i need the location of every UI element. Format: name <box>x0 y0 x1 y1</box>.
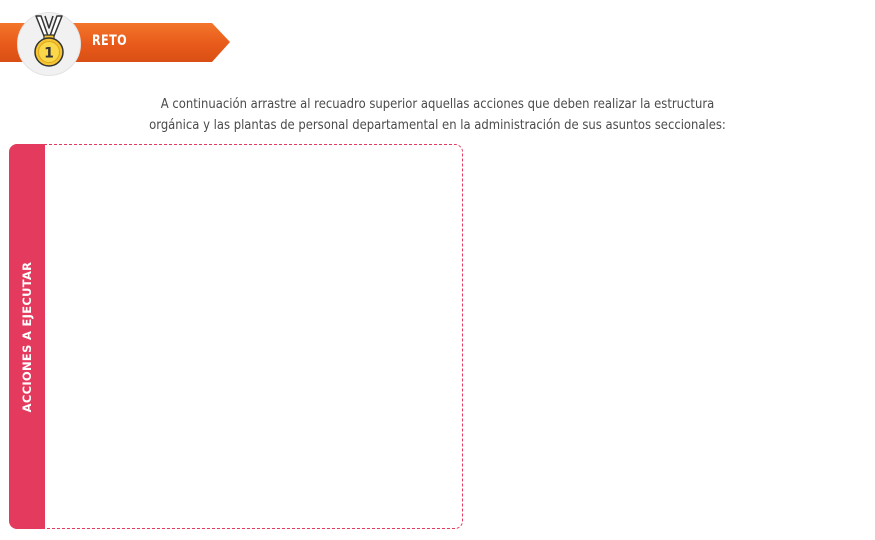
instructions-line-2: orgánica y las plantas de personal depar… <box>149 117 726 133</box>
header-title: RETO <box>92 33 128 49</box>
medal-number: 1 <box>44 46 54 62</box>
instructions-line-1: A continuación arrastre al recuadro supe… <box>160 96 715 112</box>
drop-zone-label: ACCIONES A EJECUTAR <box>20 261 34 412</box>
instructions-text: A continuación arrastre al recuadro supe… <box>147 94 728 136</box>
page: RETO 1 A continuación arrastre al recuad… <box>0 0 875 540</box>
drop-zone-label-bar: ACCIONES A EJECUTAR <box>9 144 45 529</box>
gold-medal-icon: 1 <box>34 15 64 67</box>
medal-badge: 1 <box>17 12 81 76</box>
actions-drop-zone[interactable] <box>44 144 463 529</box>
